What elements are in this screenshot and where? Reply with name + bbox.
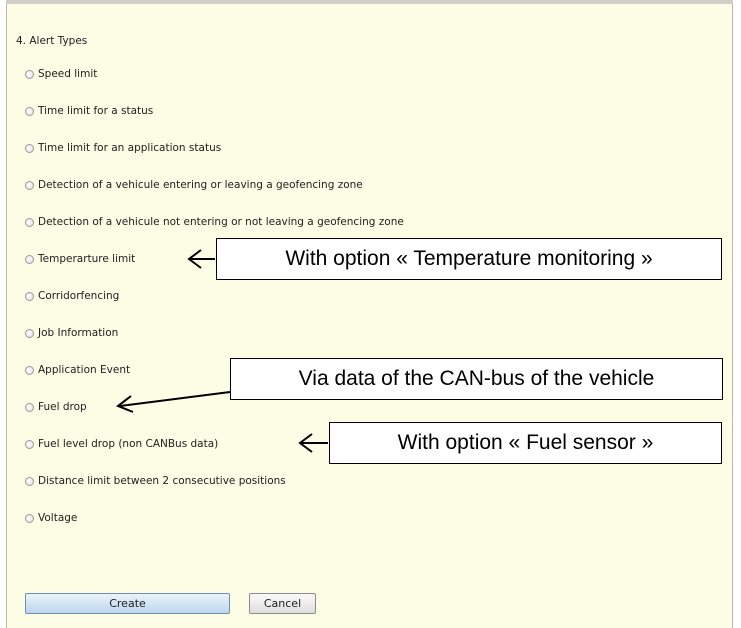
radio-button[interactable] (25, 180, 34, 190)
radio-button[interactable] (25, 476, 34, 486)
section-title: 4. Alert Types (16, 35, 88, 47)
radio-button[interactable] (25, 328, 34, 338)
option-label: Speed limit (38, 68, 98, 80)
option-speed-limit[interactable]: Speed limit (25, 66, 97, 82)
option-time-limit-status[interactable]: Time limit for a status (25, 103, 153, 119)
option-label: Time limit for an application status (38, 142, 222, 154)
option-label: Temperarture limit (38, 253, 136, 265)
create-button[interactable]: Create (25, 593, 230, 614)
option-geofencing-not-entering[interactable]: Detection of a vehicule not entering or … (25, 214, 404, 230)
callout-fuel-sensor: With option « Fuel sensor » (329, 422, 722, 464)
callout-canbus-data: Via data of the CAN-bus of the vehicle (230, 358, 723, 400)
radio-button[interactable] (25, 291, 34, 301)
option-fuel-drop[interactable]: Fuel drop (25, 399, 87, 415)
option-label: Job Information (38, 327, 119, 339)
radio-button[interactable] (25, 439, 34, 449)
option-label: Detection of a vehicule not entering or … (38, 216, 404, 228)
radio-button[interactable] (25, 69, 34, 79)
option-voltage[interactable]: Voltage (25, 510, 77, 526)
window-top-edge (6, 0, 733, 4)
option-application-event[interactable]: Application Event (25, 362, 130, 378)
option-label: Corridorfencing (38, 290, 120, 302)
option-distance-limit[interactable]: Distance limit between 2 consecutive pos… (25, 473, 286, 489)
option-label: Fuel level drop (non CANBus data) (38, 438, 219, 450)
cancel-button[interactable]: Cancel (249, 593, 316, 614)
option-label: Time limit for a status (38, 105, 154, 117)
option-corridorfencing[interactable]: Corridorfencing (25, 288, 119, 304)
option-label: Fuel drop (38, 401, 87, 413)
radio-button[interactable] (25, 365, 34, 375)
option-label: Detection of a vehicule entering or leav… (38, 179, 363, 191)
option-label: Application Event (38, 364, 131, 376)
alert-form-panel (6, 0, 733, 628)
option-fuel-level-drop[interactable]: Fuel level drop (non CANBus data) (25, 436, 218, 452)
radio-button[interactable] (25, 217, 34, 227)
option-time-limit-application-status[interactable]: Time limit for an application status (25, 140, 221, 156)
option-temperature-limit[interactable]: Temperarture limit (25, 251, 135, 267)
radio-button[interactable] (25, 513, 34, 523)
option-label: Distance limit between 2 consecutive pos… (38, 475, 286, 487)
option-job-information[interactable]: Job Information (25, 325, 118, 341)
callout-temperature-monitoring: With option « Temperature monitoring » (216, 238, 722, 280)
radio-button[interactable] (25, 143, 34, 153)
option-label: Voltage (38, 512, 78, 524)
radio-button[interactable] (25, 106, 34, 116)
radio-button[interactable] (25, 254, 34, 264)
radio-button[interactable] (25, 402, 34, 412)
option-geofencing-entering[interactable]: Detection of a vehicule entering or leav… (25, 177, 363, 193)
